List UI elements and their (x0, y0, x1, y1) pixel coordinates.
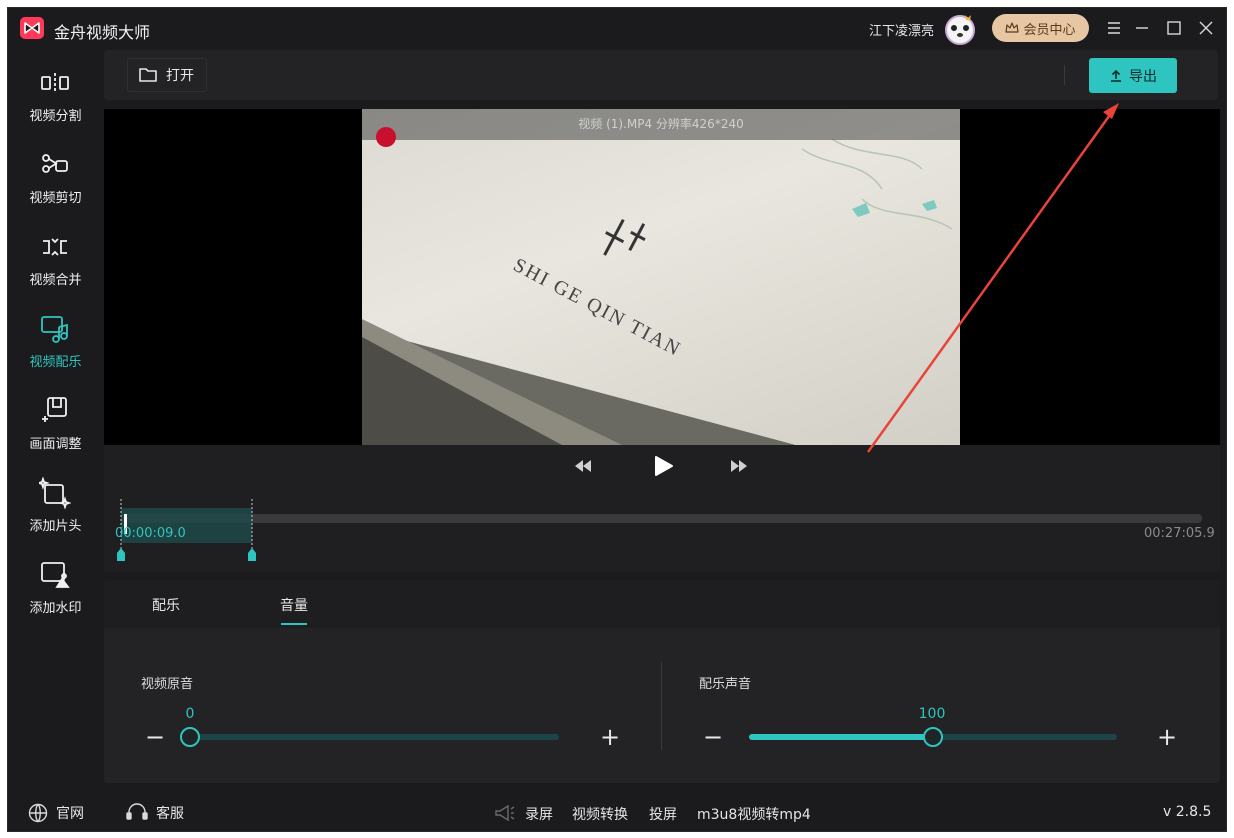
music-audio-fill (749, 734, 933, 740)
original-audio-label: 视频原音 (141, 677, 194, 692)
music-audio-label: 配乐声音 (699, 677, 752, 692)
toolbar: 打开 导出 (104, 50, 1218, 100)
folder-icon (139, 68, 157, 82)
menu-icon[interactable] (1103, 17, 1125, 39)
audio-panel: 配乐 音量 视频原音 0 − + 配乐声音 100 − + (104, 580, 1220, 783)
music-audio-value: 100 (918, 706, 946, 722)
original-audio-plus-button[interactable]: + (600, 725, 620, 749)
split-icon (41, 73, 69, 93)
video-content-image: SHI GE QIN TIAN (362, 138, 960, 445)
convert-link[interactable]: 视频转换 (572, 804, 628, 824)
video-preview: SHI GE QIN TIAN 视频 (1).MP4 分辨率426*240 (104, 109, 1220, 445)
panel-tabs: 配乐 音量 (104, 580, 1220, 628)
support-link[interactable]: 客服 (126, 803, 184, 823)
music-audio-plus-button[interactable]: + (1157, 725, 1177, 749)
minimize-icon[interactable] (1131, 17, 1153, 39)
music-audio-minus-button[interactable]: − (703, 725, 723, 749)
total-time: 00:27:05.9 (1144, 526, 1215, 541)
original-audio-minus-button[interactable]: − (145, 725, 165, 749)
sidebar-item-intro[interactable]: 添加片头 (8, 462, 103, 544)
sidebar-item-cut[interactable]: 视频剪切 (8, 134, 103, 216)
sidebar-item-label: 添加片头 (29, 519, 82, 534)
headset-icon (126, 803, 148, 820)
netease-logo-icon (376, 127, 396, 147)
sidebar-item-label: 视频配乐 (29, 355, 82, 370)
sidebar-item-watermark[interactable]: 添加水印 (8, 544, 103, 626)
sidebar-item-merge[interactable]: 视频合并 (8, 216, 103, 298)
svg-text:SHI GE QIN TIAN: SHI GE QIN TIAN (510, 254, 685, 361)
sidebar-item-label: 画面调整 (29, 437, 82, 452)
crown-icon (1005, 22, 1020, 33)
megaphone-icon (495, 804, 515, 822)
website-label: 官网 (56, 806, 84, 822)
username[interactable]: 江下凌漂亮 (869, 20, 934, 39)
export-button[interactable]: 导出 (1089, 58, 1177, 93)
upload-icon (1111, 69, 1121, 82)
sidebar-item-adjust[interactable]: 画面调整 (8, 380, 103, 462)
globe-icon (28, 803, 48, 823)
app-logo-icon (20, 17, 44, 39)
playback-controls (104, 445, 1220, 572)
merge-icon (43, 238, 67, 256)
close-icon[interactable] (1195, 17, 1217, 39)
video-info-bar: 视频 (1).MP4 分辨率426*240 (362, 109, 960, 140)
watermark-icon (41, 562, 70, 588)
app-window: 金舟视频大师 江下凌漂亮 会员中心 视频分割 视频剪切 视频合并 视频配乐 画面… (7, 7, 1227, 832)
vip-center-button[interactable]: 会员中心 (992, 14, 1089, 42)
record-link[interactable]: 录屏 (525, 804, 553, 824)
footer: 官网 客服 录屏 视频转换 投屏 m3u8视频转mp4 v 2.8.5 (8, 792, 1226, 832)
tab-music[interactable]: 配乐 (152, 595, 180, 615)
panel-divider (661, 662, 662, 750)
m3u8-link[interactable]: m3u8视频转mp4 (697, 804, 811, 824)
music-icon (41, 316, 68, 343)
music-audio-slider[interactable] (749, 727, 1117, 747)
sidebar-item-label: 视频合并 (29, 273, 82, 288)
current-time: 00:00:09.0 (115, 526, 186, 541)
original-audio-slider[interactable] (180, 727, 559, 747)
original-audio-value: 0 (185, 706, 195, 722)
app-title: 金舟视频大师 (54, 23, 151, 42)
original-audio-knob[interactable] (180, 727, 200, 747)
website-link[interactable]: 官网 (28, 803, 84, 823)
open-label: 打开 (166, 68, 194, 84)
scissors-icon (42, 154, 68, 173)
open-button[interactable]: 打开 (127, 58, 207, 92)
version-label: v 2.8.5 (1163, 804, 1212, 820)
maximize-icon[interactable] (1163, 17, 1185, 39)
video-frame[interactable]: SHI GE QIN TIAN 视频 (1).MP4 分辨率426*240 (362, 109, 960, 445)
timeline[interactable] (104, 445, 1220, 572)
support-label: 客服 (156, 806, 184, 822)
title-bar: 金舟视频大师 江下凌漂亮 会员中心 (8, 8, 1226, 48)
export-label: 导出 (1129, 68, 1157, 85)
sidebar-item-split[interactable]: 视频分割 (8, 52, 103, 134)
cast-link[interactable]: 投屏 (649, 804, 677, 824)
tab-volume[interactable]: 音量 (280, 595, 308, 625)
add-intro-icon (39, 477, 71, 509)
vip-center-label: 会员中心 (1023, 22, 1076, 38)
sidebar-item-label: 视频分割 (29, 109, 82, 124)
sidebar-item-music[interactable]: 视频配乐 (8, 298, 103, 380)
music-audio-knob[interactable] (923, 727, 943, 747)
sidebar-item-label: 添加水印 (29, 601, 82, 616)
sidebar-item-label: 视频剪切 (29, 191, 82, 206)
crop-icon (42, 397, 67, 422)
toolbar-divider (1064, 65, 1065, 85)
avatar[interactable] (943, 12, 977, 46)
